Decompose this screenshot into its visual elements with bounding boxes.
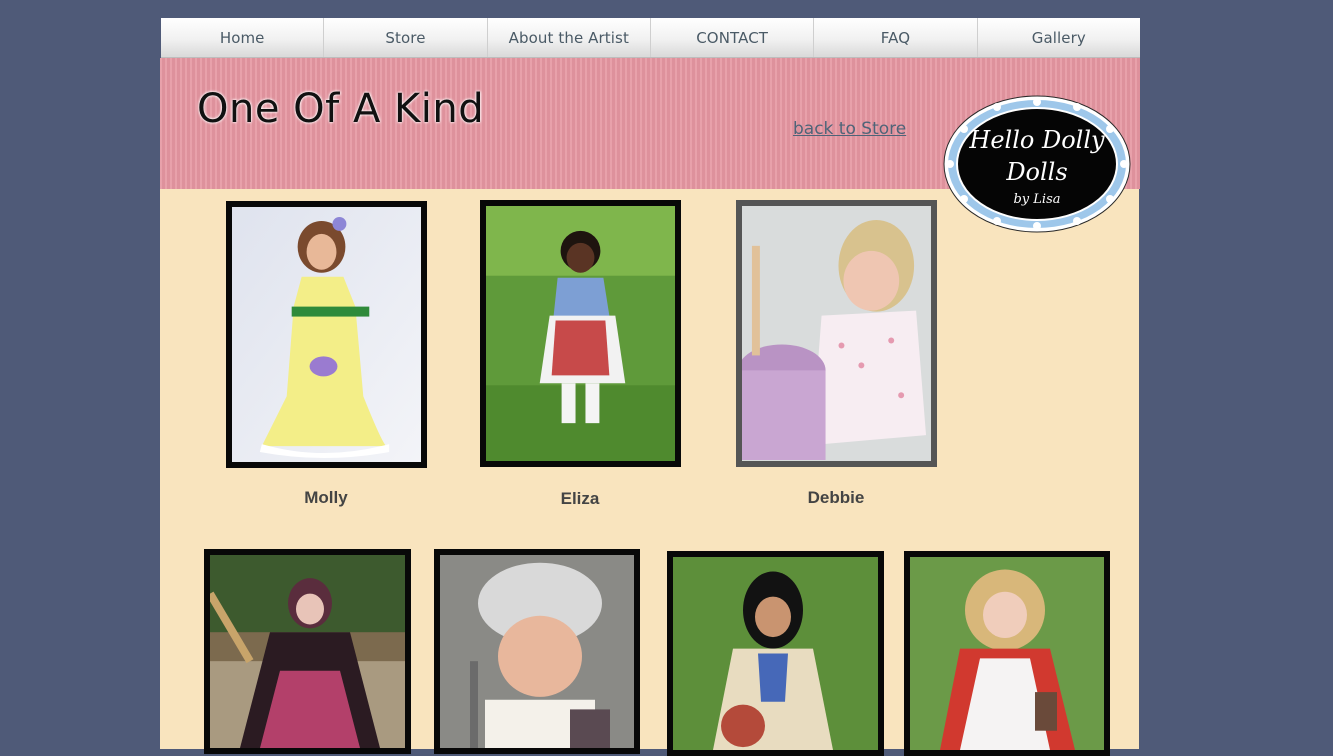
nav-contact[interactable]: CONTACT — [651, 18, 815, 57]
doll-photo-native-girl[interactable] — [667, 551, 884, 756]
doll-photo-molly[interactable] — [226, 201, 427, 468]
doll-name-molly: Molly — [304, 488, 348, 507]
doll-name-eliza: Eliza — [560, 489, 600, 508]
main-nav: Home Store About the Artist CONTACT FAQ … — [161, 18, 1140, 58]
hello-dolly-logo[interactable]: Hello Dolly Dolls by Lisa — [942, 94, 1132, 234]
logo-line2: Dolls — [1005, 158, 1067, 186]
doll-name-debbie: Debbie — [807, 488, 865, 507]
doll-photo-witch[interactable] — [204, 549, 411, 754]
gallery-content: Molly Eliza Debbie — [160, 189, 1139, 756]
logo-line3: by Lisa — [1013, 192, 1060, 207]
nav-faq[interactable]: FAQ — [814, 18, 978, 57]
nav-gallery[interactable]: Gallery — [978, 18, 1140, 57]
nav-home[interactable]: Home — [161, 18, 325, 57]
nav-store[interactable]: Store — [324, 18, 488, 57]
doll-photo-debbie[interactable] — [736, 200, 937, 467]
doll-photo-pioneer-girl[interactable] — [904, 551, 1110, 756]
page-title: One Of A Kind — [197, 86, 485, 132]
doll-photo-eliza[interactable] — [480, 200, 681, 467]
logo-line1: Hello Dolly — [968, 126, 1105, 154]
doll-photo-frontier-boy[interactable] — [434, 549, 640, 754]
back-to-store-link[interactable]: back to Store — [793, 119, 906, 139]
nav-about-artist[interactable]: About the Artist — [488, 18, 651, 57]
